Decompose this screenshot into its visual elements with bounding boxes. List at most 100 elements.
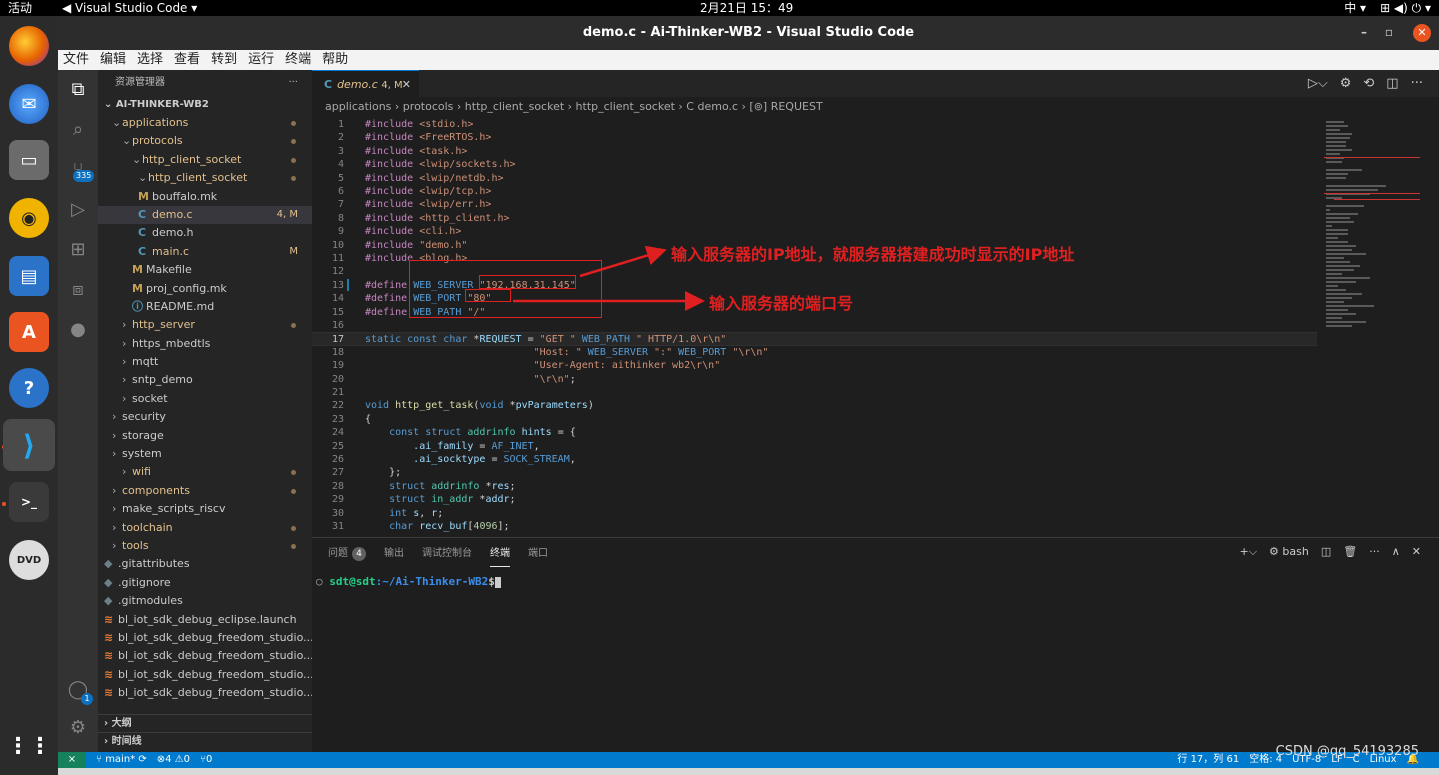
- open-changes-icon[interactable]: ⟲: [1363, 76, 1374, 91]
- explorer-icon[interactable]: ⧉: [66, 78, 90, 102]
- menu-view[interactable]: 查看: [174, 50, 200, 70]
- tree-item[interactable]: Cmain.c M: [98, 243, 312, 261]
- code-line[interactable]: 9 #include <cli.h>: [312, 225, 1317, 238]
- tree-item[interactable]: M Makefile: [98, 261, 312, 279]
- tree-item[interactable]: › mqtt: [98, 353, 312, 371]
- code-editor[interactable]: 1 #include <stdio.h> 2 #include <FreeRTOS.h…: [312, 117, 1439, 537]
- minimize-button[interactable]: –: [1361, 25, 1367, 39]
- tab-demo-c[interactable]: Cdemo.c 4, M ✕: [312, 70, 419, 97]
- kill-terminal-icon[interactable]: 🗑: [1343, 545, 1357, 559]
- help-icon[interactable]: ?: [9, 368, 49, 408]
- code-line[interactable]: 19 "User-Agent: aithinker wb2\r\n": [312, 359, 1317, 372]
- rhythmbox-icon[interactable]: ◉: [9, 198, 49, 238]
- menu-help[interactable]: 帮助: [322, 50, 348, 70]
- menu-file[interactable]: 文件: [63, 50, 89, 70]
- tree-item[interactable]: › make_scripts_riscv: [98, 500, 312, 518]
- thunderbird-icon[interactable]: ✉: [9, 84, 49, 124]
- tab-output[interactable]: 输出: [384, 544, 404, 567]
- code-line[interactable]: 8 #include <http_client.h>: [312, 212, 1317, 225]
- tree-item[interactable]: ≋ bl_iot_sdk_debug_freedom_studio...: [98, 666, 312, 684]
- more-actions-icon[interactable]: ···: [1411, 76, 1423, 91]
- tree-item[interactable]: › security: [98, 408, 312, 426]
- files-icon[interactable]: ▭: [9, 140, 49, 180]
- tree-item[interactable]: ≋ bl_iot_sdk_debug_eclipse.launch: [98, 611, 312, 629]
- tree-item[interactable]: › components: [98, 482, 312, 500]
- tree-item[interactable]: ⌄http_client_socket: [98, 151, 312, 169]
- tree-item[interactable]: Mproj_config.mk: [98, 280, 312, 298]
- problems-indicator[interactable]: ⊗4 ⚠0: [157, 752, 190, 768]
- code-line[interactable]: 20 "\r\n";: [312, 373, 1317, 386]
- search-icon[interactable]: ⌕: [66, 118, 90, 142]
- workspace-root[interactable]: ⌄ AI-THINKER-WB2: [98, 96, 312, 114]
- menu-selection[interactable]: 选择: [137, 50, 163, 70]
- menu-go[interactable]: 转到: [211, 50, 237, 70]
- ports-indicator[interactable]: ⑂0: [200, 752, 212, 768]
- clock[interactable]: 2月21日 15：49: [700, 0, 793, 16]
- tree-item[interactable]: › tools: [98, 537, 312, 555]
- new-terminal-icon[interactable]: +⌵: [1239, 545, 1257, 559]
- close-panel-icon[interactable]: ✕: [1412, 545, 1421, 559]
- terminal-prompt-line[interactable]: ○ sdt@sdt:~/Ai-Thinker-WB2$: [316, 575, 501, 588]
- code-line[interactable]: 1 #include <stdio.h>: [312, 118, 1317, 131]
- libreoffice-writer-icon[interactable]: ▤: [9, 256, 49, 296]
- run-code-icon[interactable]: ▷⌵: [1308, 76, 1328, 91]
- code-line[interactable]: 26 .ai_socktype = SOCK_STREAM,: [312, 453, 1317, 466]
- code-line[interactable]: 16: [312, 319, 1317, 332]
- tab-terminal[interactable]: 终端: [490, 544, 510, 567]
- timeline-section[interactable]: › 时间线: [98, 732, 312, 750]
- code-line[interactable]: 31 char recv_buf[4096];: [312, 520, 1317, 533]
- code-line[interactable]: 18 "Host: " WEB_SERVER ":" WEB_PORT "\r\…: [312, 346, 1317, 359]
- system-tray[interactable]: 中 ▾ ⊞ ◀) ⏻ ▾: [1344, 0, 1431, 16]
- terminal-icon[interactable]: >_: [9, 482, 49, 522]
- firefox-icon[interactable]: [9, 26, 49, 66]
- breadcrumb[interactable]: applications › protocols › http_client_s…: [312, 97, 1439, 117]
- tab-problems[interactable]: 问题 4: [328, 544, 366, 567]
- tree-item[interactable]: › https_mbedtls: [98, 335, 312, 353]
- tree-item[interactable]: ≋ bl_iot_sdk_debug_freedom_studio...: [98, 647, 312, 665]
- menu-edit[interactable]: 编辑: [100, 50, 126, 70]
- remote-explorer-icon[interactable]: ⧈: [66, 278, 90, 302]
- tree-item[interactable]: ⌄applications: [98, 114, 312, 132]
- gear-icon[interactable]: ⚙: [1340, 76, 1352, 91]
- show-apps-icon[interactable]: ⋮⋮: [7, 726, 51, 766]
- code-line[interactable]: 5 #include <lwip/netdb.h>: [312, 172, 1317, 185]
- branch-indicator[interactable]: ⑂ main* ⟳: [96, 752, 147, 768]
- menu-terminal[interactable]: 终端: [285, 50, 311, 70]
- code-line[interactable]: 23 {: [312, 413, 1317, 426]
- app-menu[interactable]: ◀ Visual Studio Code ▾: [62, 0, 197, 16]
- tree-item[interactable]: › wifi: [98, 463, 312, 481]
- tree-item[interactable]: › http_server: [98, 316, 312, 334]
- cursor-position[interactable]: 行 17，列 61: [1177, 752, 1239, 768]
- settings-gear-icon[interactable]: ⚙: [66, 716, 90, 740]
- maximize-button[interactable]: ▫: [1385, 25, 1393, 39]
- maximize-panel-icon[interactable]: ∧: [1392, 545, 1400, 559]
- system-status-icons[interactable]: ⊞ ◀) ⏻ ▾: [1380, 0, 1431, 16]
- tree-item[interactable]: Mbouffalo.mk: [98, 188, 312, 206]
- tree-item[interactable]: › socket: [98, 390, 312, 408]
- tree-item[interactable]: Cdemo.c 4, M: [98, 205, 312, 225]
- input-method[interactable]: 中 ▾: [1344, 0, 1366, 16]
- tab-close-icon[interactable]: ✕: [402, 71, 411, 98]
- tree-item[interactable]: ◆ .gitmodules: [98, 592, 312, 610]
- code-line[interactable]: 29 struct in_addr *addr;: [312, 493, 1317, 506]
- run-debug-icon[interactable]: ▷: [66, 198, 90, 222]
- code-line[interactable]: 17 static const char *REQUEST = "GET " WE…: [312, 332, 1317, 346]
- code-line[interactable]: 7 #include <lwip/err.h>: [312, 198, 1317, 211]
- code-line[interactable]: 21: [312, 386, 1317, 399]
- split-editor-icon[interactable]: ◫: [1386, 76, 1398, 91]
- code-line[interactable]: 30 int s, r;: [312, 507, 1317, 520]
- code-line[interactable]: 2 #include <FreeRTOS.h>: [312, 131, 1317, 144]
- tree-item[interactable]: ≋ bl_iot_sdk_debug_freedom_studio...: [98, 629, 312, 647]
- tree-item[interactable]: › sntp_demo: [98, 371, 312, 389]
- terminal-more-icon[interactable]: ···: [1369, 545, 1380, 559]
- code-line[interactable]: 6 #include <lwip/tcp.h>: [312, 185, 1317, 198]
- code-line[interactable]: 28 struct addrinfo *res;: [312, 480, 1317, 493]
- vscode-dock-icon[interactable]: ⟩: [3, 419, 55, 471]
- tree-item[interactable]: › storage: [98, 427, 312, 445]
- code-line[interactable]: 22 void http_get_task(void *pvParameters): [312, 399, 1317, 412]
- outline-section[interactable]: › 大纲: [98, 714, 312, 732]
- split-terminal-icon[interactable]: ◫: [1321, 545, 1331, 559]
- menu-run[interactable]: 运行: [248, 50, 274, 70]
- code-line[interactable]: 25 .ai_family = AF_INET,: [312, 440, 1317, 453]
- code-line[interactable]: 3 #include <task.h>: [312, 145, 1317, 158]
